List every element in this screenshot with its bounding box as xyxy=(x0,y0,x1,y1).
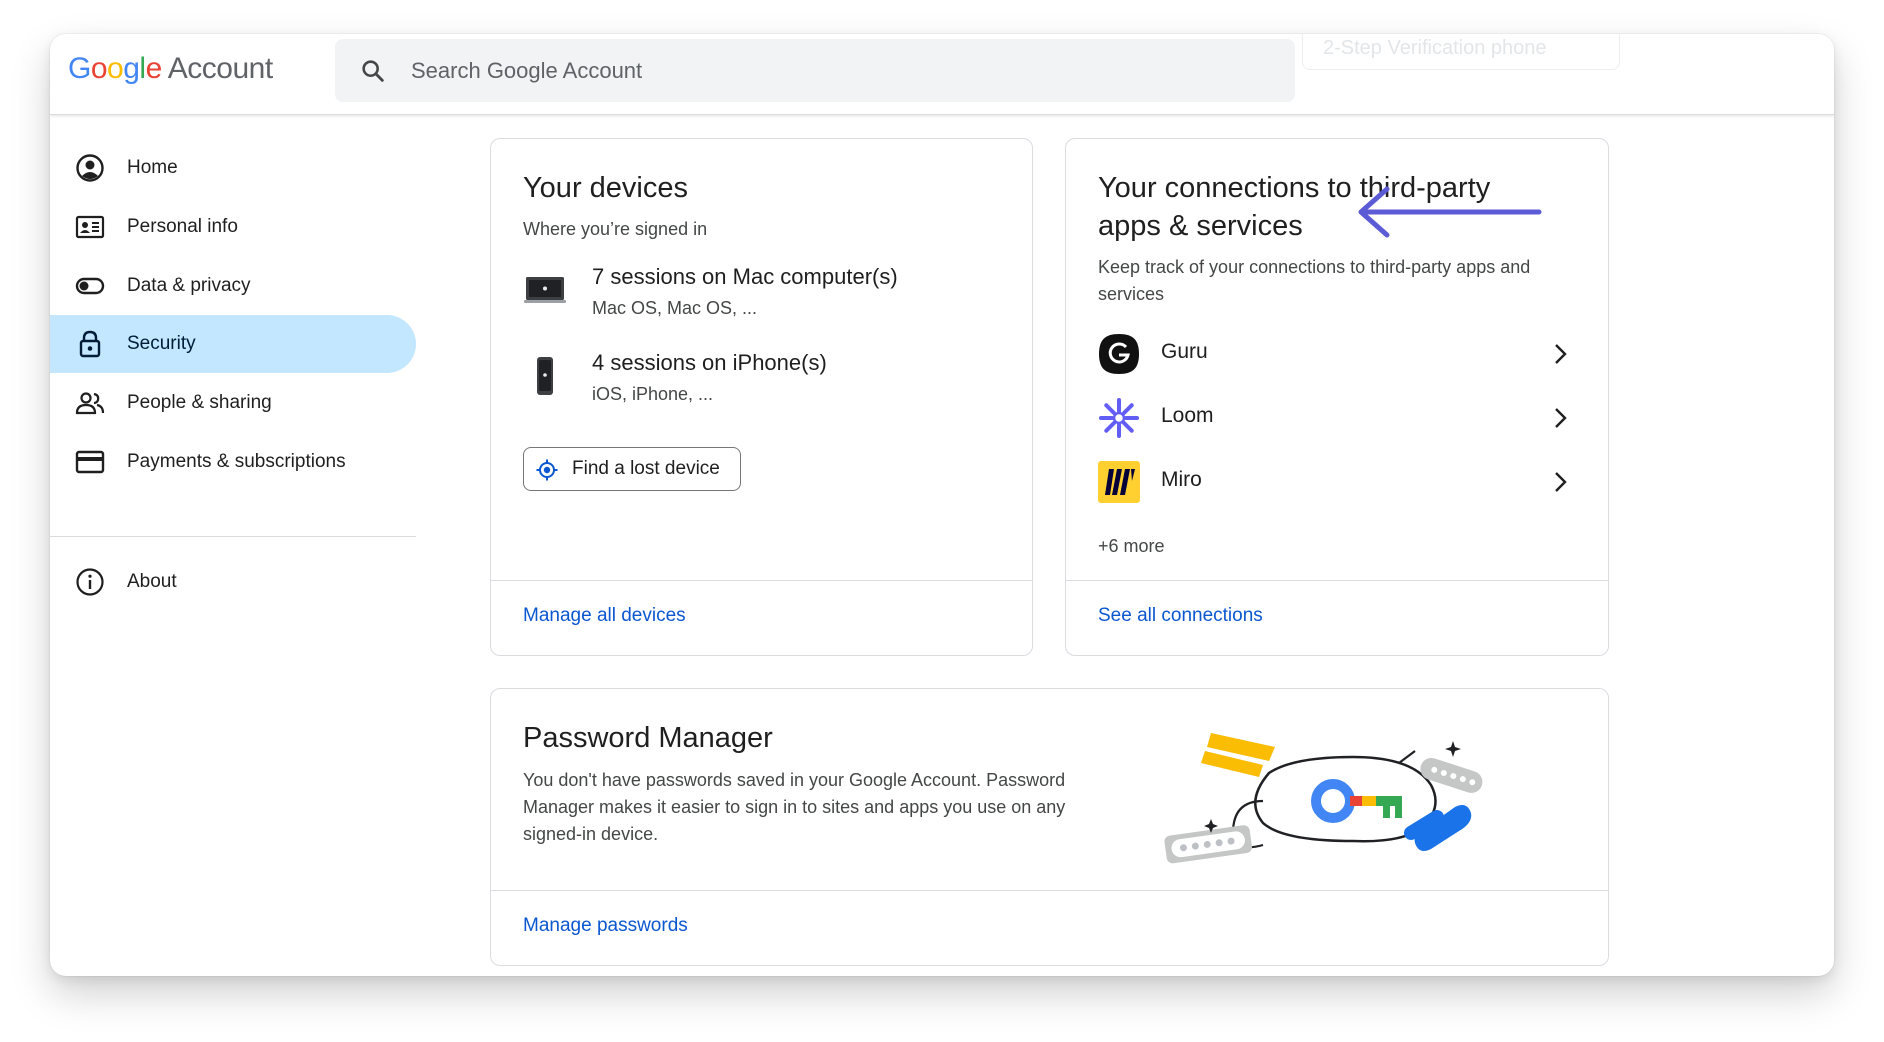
device-row-iphone[interactable]: 4 sessions on iPhone(s) iOS, iPhone, ... xyxy=(523,350,1003,420)
find-lost-device-label: Find a lost device xyxy=(572,458,720,479)
app-name: Loom xyxy=(1161,404,1214,427)
sidebar-item-personal-info[interactable]: Personal info xyxy=(50,198,416,256)
connections-card-footer: See all connections xyxy=(1066,580,1608,655)
sidebar-item-label: Data & privacy xyxy=(127,275,251,296)
account-circle-icon xyxy=(76,154,104,182)
find-lost-device-button[interactable]: Find a lost device xyxy=(523,447,741,491)
manage-all-devices-link[interactable]: Manage all devices xyxy=(523,605,686,627)
sidebar-item-label: Personal info xyxy=(127,216,238,237)
laptop-icon xyxy=(524,277,566,303)
sidebar-item-payments[interactable]: Payments & subscriptions xyxy=(50,433,416,491)
loom-logo xyxy=(1099,398,1139,438)
sidebar-divider xyxy=(50,536,416,537)
password-manager-title: Password Manager xyxy=(523,722,773,754)
password-manager-description: You don't have passwords saved in your G… xyxy=(523,767,1065,848)
device-title: 4 sessions on iPhone(s) xyxy=(592,350,827,375)
app-name: Miro xyxy=(1161,468,1202,491)
description-line: Manager makes it easier to sign in to si… xyxy=(523,797,1066,817)
sidebar-item-label: Security xyxy=(127,333,196,354)
miro-logo xyxy=(1098,461,1140,503)
device-detail: Mac OS, Mac OS, ... xyxy=(592,298,758,318)
credit-card-icon xyxy=(75,450,105,474)
chevron-right-icon xyxy=(1555,344,1567,364)
connections-subtitle: Keep track of your connections to third-… xyxy=(1098,254,1530,308)
google-account-logo[interactable]: Google Account xyxy=(68,52,273,86)
chevron-right-icon xyxy=(1555,408,1567,428)
people-icon xyxy=(75,392,105,415)
devices-title: Your devices xyxy=(523,172,688,204)
chevron-right-icon xyxy=(1555,472,1567,492)
sidebar-item-label: People & sharing xyxy=(127,392,272,413)
see-all-connections-link[interactable]: See all connections xyxy=(1098,605,1263,627)
devices-subtitle: Where you’re signed in xyxy=(523,219,708,239)
connection-row-guru[interactable]: Guru xyxy=(1098,329,1572,379)
guru-logo xyxy=(1099,334,1139,374)
info-icon xyxy=(76,568,104,596)
sidebar-item-security[interactable]: Security xyxy=(50,315,416,373)
sidebar-item-home[interactable]: Home xyxy=(50,139,416,197)
connection-row-loom[interactable]: Loom xyxy=(1098,393,1572,443)
device-title: 7 sessions on Mac computer(s) xyxy=(592,264,898,289)
faded-verification-chip: 2-Step Verification phone xyxy=(1302,34,1620,70)
manage-passwords-link[interactable]: Manage passwords xyxy=(523,915,688,937)
devices-card-footer: Manage all devices xyxy=(491,580,1032,655)
device-row-mac[interactable]: 7 sessions on Mac computer(s) Mac OS, Ma… xyxy=(523,264,1003,334)
password-manager-card: Password Manager You don't have password… xyxy=(490,688,1609,966)
location-target-icon xyxy=(536,459,558,481)
sidebar-item-about[interactable]: About xyxy=(50,553,416,611)
sidebar-item-data-privacy[interactable]: Data & privacy xyxy=(50,257,416,315)
top-bar: GoogleAccount 2-Step Verification phone xyxy=(50,34,1834,115)
connections-subtitle-line: Keep track of your connections to third-… xyxy=(1098,257,1531,277)
sidebar-item-label: Home xyxy=(127,157,178,178)
search-bar[interactable] xyxy=(335,39,1295,102)
phone-icon xyxy=(537,357,553,395)
password-card-footer: Manage passwords xyxy=(491,890,1608,965)
devices-card: Your devices Where you’re signed in 7 se… xyxy=(490,138,1033,656)
sidebar-item-people-sharing[interactable]: People & sharing xyxy=(50,374,416,432)
id-card-icon xyxy=(75,215,105,239)
password-key-illustration xyxy=(1164,733,1483,864)
more-connections-count: +6 more xyxy=(1098,536,1165,556)
device-detail: iOS, iPhone, ... xyxy=(592,384,714,404)
search-input[interactable] xyxy=(411,57,1211,84)
browser-window: GoogleAccount 2-Step Verification phone … xyxy=(50,34,1834,976)
logo-account-text: Account xyxy=(167,52,273,85)
description-line: You don't have passwords saved in your G… xyxy=(523,770,1066,790)
app-name: Guru xyxy=(1161,340,1208,363)
search-icon[interactable] xyxy=(359,57,387,85)
connections-subtitle-line: services xyxy=(1098,284,1165,304)
lock-icon xyxy=(79,330,101,358)
sidebar-item-label: Payments & subscriptions xyxy=(127,451,346,472)
description-line: signed-in device. xyxy=(523,824,659,844)
sidebar-item-label: About xyxy=(127,571,177,592)
annotation-arrow-icon xyxy=(1358,186,1542,238)
connection-row-miro[interactable]: Miro xyxy=(1098,457,1572,507)
toggle-icon xyxy=(75,277,105,295)
